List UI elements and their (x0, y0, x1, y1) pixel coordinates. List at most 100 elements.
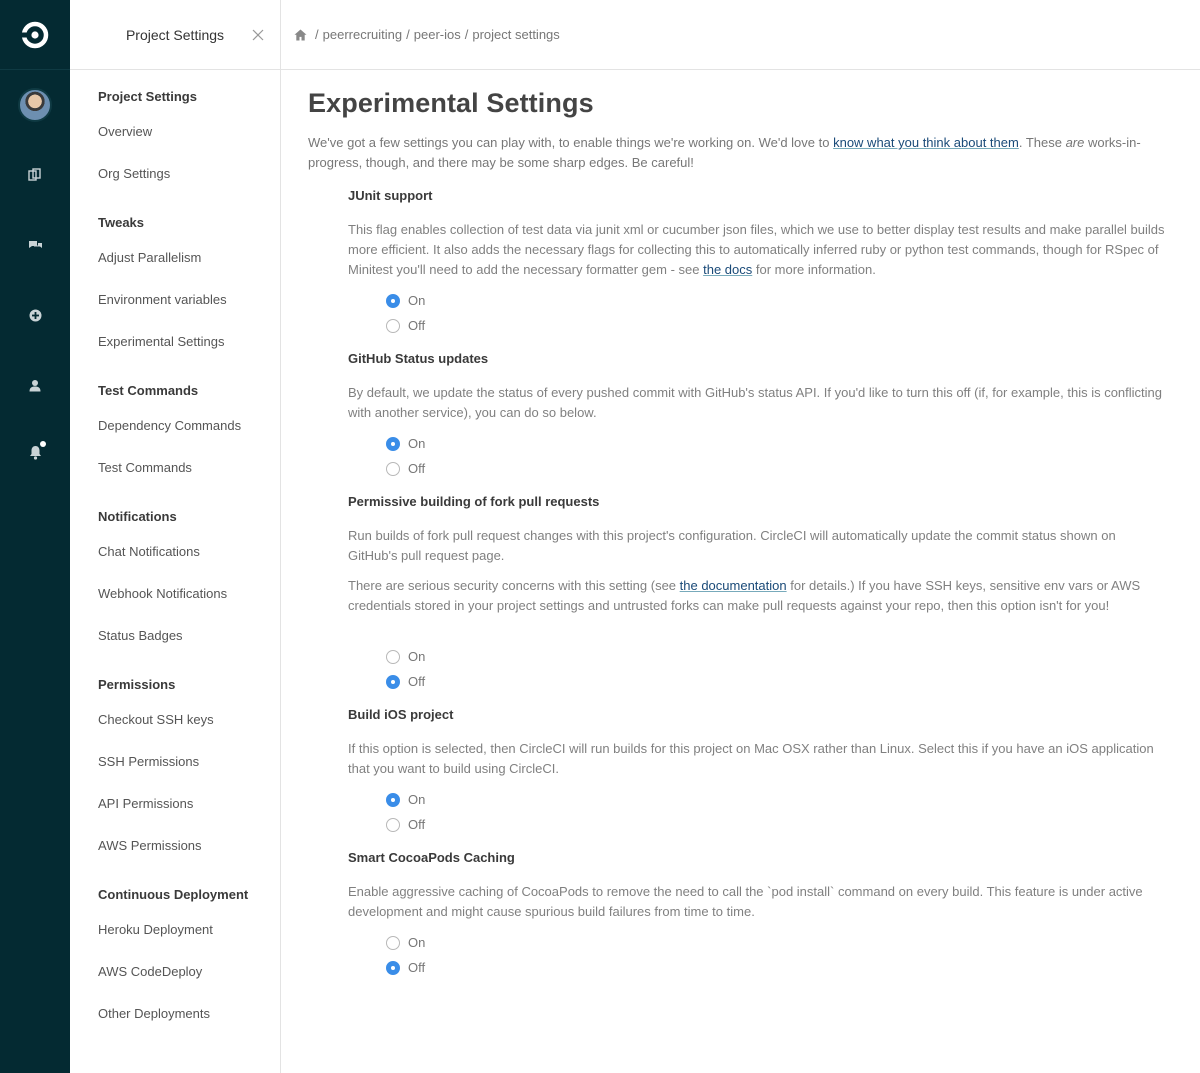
radio-off[interactable]: Off (386, 674, 425, 689)
radio-button[interactable] (386, 817, 400, 832)
nav-item-status-badges[interactable]: Status Badges (98, 628, 183, 643)
radio-on[interactable]: On (386, 436, 425, 451)
radio-label: On (408, 293, 426, 308)
nav-item-experimental-settings[interactable]: Experimental Settings (98, 334, 224, 349)
notifications-nav[interactable] (0, 441, 70, 465)
radio-label: On (408, 792, 426, 807)
setting-description: Run builds of fork pull request changes … (348, 528, 1116, 563)
builds-icon[interactable] (28, 168, 42, 182)
radio-on[interactable]: On (386, 792, 425, 807)
radio-label: On (408, 436, 426, 451)
radio-label: On (408, 649, 426, 664)
nav-section-test-commands: Test Commands (98, 383, 199, 398)
breadcrumb: / peerrecruiting / peer-ios / project se… (281, 0, 1200, 70)
nav-item-heroku-deployment[interactable]: Heroku Deployment (98, 922, 213, 937)
intro-emphasis: are (1065, 135, 1085, 150)
notification-dot (39, 441, 46, 447)
radio-button[interactable] (386, 436, 400, 451)
logo-area[interactable] (0, 0, 70, 70)
nav-item-aws-permissions[interactable]: AWS Permissions (98, 838, 202, 853)
user-avatar-item[interactable] (0, 86, 70, 124)
add-project-icon[interactable] (29, 309, 42, 322)
sidebar-header: Project Settings (70, 0, 280, 70)
nav-section-continuous-deployment: Continuous Deployment (98, 887, 249, 902)
desc-after: for more information. (752, 262, 876, 277)
nav-section-tweaks: Tweaks (98, 215, 145, 230)
nav-item-api-permissions[interactable]: API Permissions (98, 796, 193, 811)
nav-item-org-settings[interactable]: Org Settings (98, 166, 170, 181)
nav-item-other-deployments[interactable]: Other Deployments (98, 1006, 210, 1021)
nav-section-project-settings: Project Settings (98, 89, 197, 104)
account-nav[interactable] (0, 376, 70, 394)
radio-on[interactable]: On (386, 293, 425, 308)
breadcrumb-project[interactable]: peer-ios (414, 27, 461, 42)
chat-nav[interactable] (0, 236, 70, 254)
page-title: Experimental Settings (308, 88, 594, 118)
circleci-logo-icon[interactable] (21, 21, 49, 49)
user-icon[interactable] (29, 379, 41, 392)
setting-build-ios-project: Build iOS project If this option is sele… (348, 707, 1168, 832)
radio-button[interactable] (386, 293, 400, 308)
nav-section-notifications: Notifications (98, 509, 177, 524)
nav-item-checkout-ssh-keys[interactable]: Checkout SSH keys (98, 712, 214, 727)
radio-off[interactable]: Off (386, 817, 425, 832)
setting-description: If this option is selected, then CircleC… (348, 741, 1154, 776)
setting-title: Build iOS project (348, 707, 454, 722)
nav-item-webhook-notifications[interactable]: Webhook Notifications (98, 586, 227, 601)
bell-wrapper[interactable] (29, 441, 46, 465)
radio-label: Off (408, 461, 426, 476)
home-icon[interactable] (294, 29, 307, 41)
nav-item-aws-codedeploy[interactable]: AWS CodeDeploy (98, 964, 202, 979)
warning-before: There are serious security concerns with… (348, 578, 680, 593)
intro-text: We've got a few settings you can play wi… (308, 133, 1178, 173)
radio-off[interactable]: Off (386, 318, 425, 333)
setting-smart-cocoapods-caching: Smart CocoaPods Caching Enable aggressiv… (348, 850, 1168, 975)
setting-title: Smart CocoaPods Caching (348, 850, 515, 865)
breadcrumb-current: project settings (472, 27, 560, 42)
chat-icon[interactable] (28, 239, 43, 252)
nav-item-chat-notifications[interactable]: Chat Notifications (98, 544, 200, 559)
nav-item-environment-variables[interactable]: Environment variables (98, 292, 227, 307)
nav-item-overview[interactable]: Overview (98, 124, 152, 139)
radio-button[interactable] (386, 674, 400, 689)
setting-description: This flag enables collection of test dat… (348, 220, 1168, 280)
radio-button[interactable] (386, 649, 400, 664)
radio-label: On (408, 935, 426, 950)
nav-item-dependency-commands[interactable]: Dependency Commands (98, 418, 241, 433)
breadcrumb-separator: / (315, 27, 319, 42)
nav-item-test-commands[interactable]: Test Commands (98, 460, 192, 475)
radio-on[interactable]: On (386, 649, 425, 664)
radio-button[interactable] (386, 792, 400, 807)
setting-title: GitHub Status updates (348, 351, 489, 366)
radio-label: Off (408, 674, 426, 689)
add-project-nav[interactable] (0, 306, 70, 324)
radio-button[interactable] (386, 935, 400, 950)
bell-icon[interactable] (29, 445, 42, 460)
radio-button[interactable] (386, 461, 400, 476)
feedback-link[interactable]: know what you think about them (833, 135, 1019, 150)
docs-link[interactable]: the docs (703, 262, 752, 277)
intro-part1: We've got a few settings you can play wi… (308, 135, 834, 150)
setting-junit-support: JUnit support This flag enables collecti… (348, 188, 1168, 333)
documentation-link[interactable]: the documentation (680, 578, 787, 593)
main-content: Experimental Settings We've got a few se… (308, 88, 1178, 173)
avatar[interactable] (18, 88, 52, 122)
nav-item-ssh-permissions[interactable]: SSH Permissions (98, 754, 199, 769)
radio-label: Off (408, 960, 426, 975)
radio-on[interactable]: On (386, 935, 425, 950)
setting-title: Permissive building of fork pull request… (348, 494, 600, 509)
radio-button[interactable] (386, 318, 400, 333)
radio-button[interactable] (386, 960, 400, 975)
setting-fork-pull-requests: Permissive building of fork pull request… (348, 494, 1168, 689)
setting-description: Enable aggressive caching of CocoaPods t… (348, 884, 1143, 919)
breadcrumb-org[interactable]: peerrecruiting (323, 27, 403, 42)
builds-nav[interactable] (0, 166, 70, 184)
settings-sidebar: Project Settings Project Settings Overvi… (70, 0, 281, 1073)
app-rail (0, 0, 70, 1073)
radio-off[interactable]: Off (386, 960, 425, 975)
setting-warning: There are serious security concerns with… (348, 576, 1168, 616)
radio-off[interactable]: Off (386, 461, 425, 476)
nav-item-adjust-parallelism[interactable]: Adjust Parallelism (98, 250, 201, 265)
close-icon[interactable] (250, 27, 266, 43)
setting-description: By default, we update the status of ever… (348, 385, 1162, 420)
